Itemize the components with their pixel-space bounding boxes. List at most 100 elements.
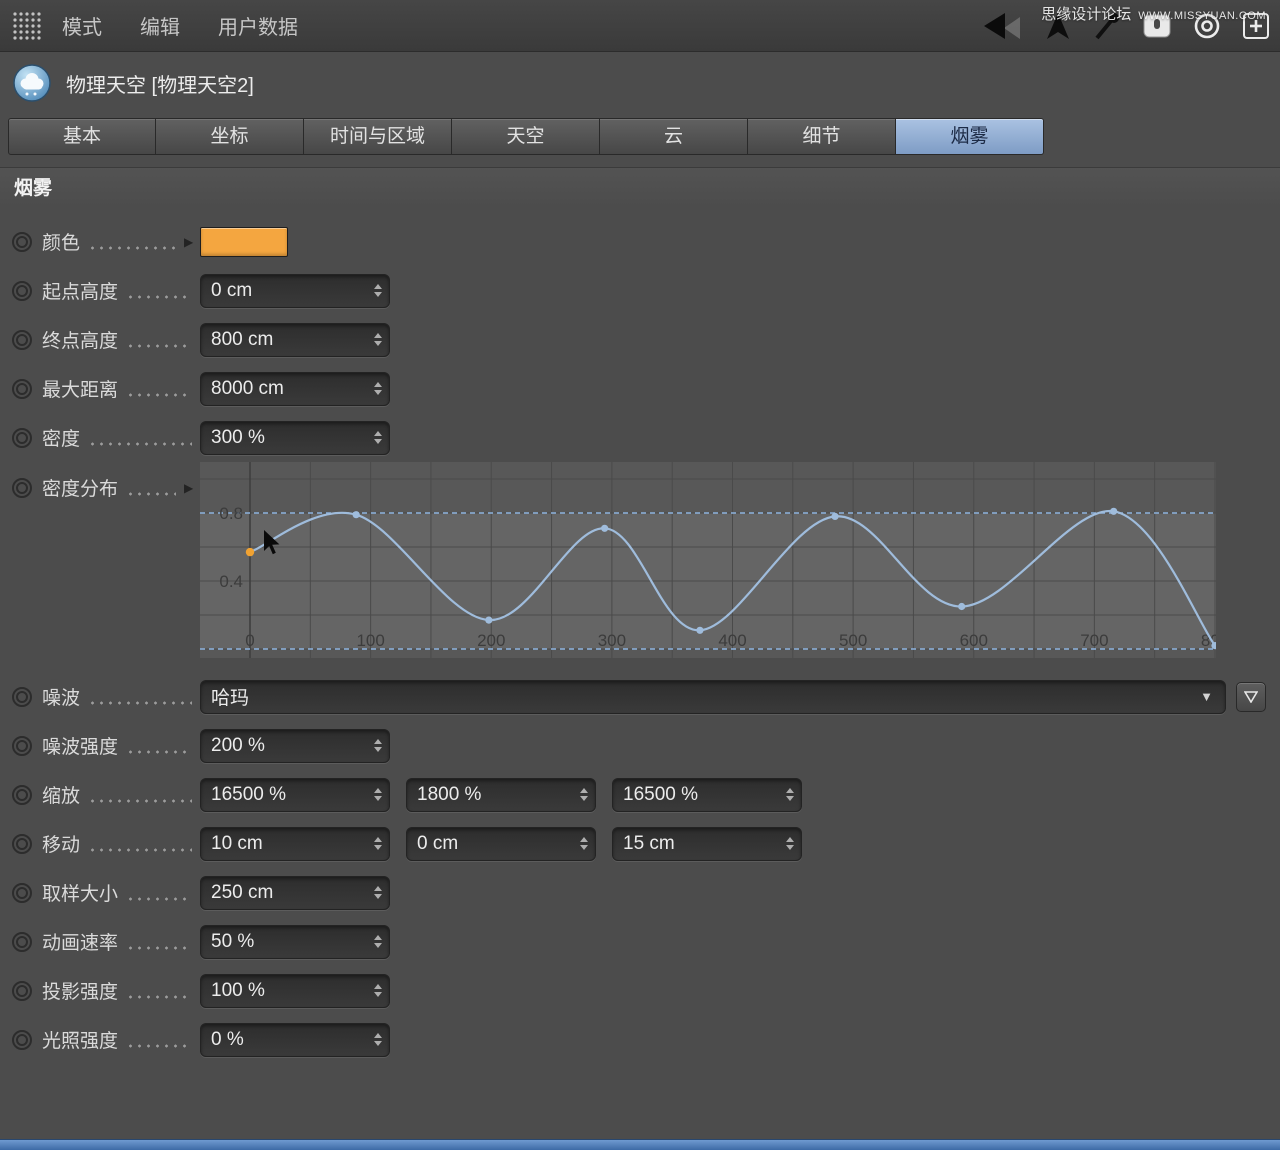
param-row-scale: 缩放 16500 % 1800 % 16500 % bbox=[0, 770, 1280, 819]
animation-speed-input[interactable]: 50 % bbox=[200, 924, 390, 959]
curve-point[interactable] bbox=[831, 512, 839, 520]
history-back-icon[interactable] bbox=[978, 11, 1024, 41]
menu-item-mode[interactable]: 模式 bbox=[62, 11, 102, 40]
noise-strength-input[interactable]: 200 % bbox=[200, 728, 390, 763]
param-label-start-height: 起点高度 bbox=[42, 282, 119, 303]
noise-dropdown[interactable]: 哈玛 ▼ bbox=[200, 679, 1226, 714]
dropdown-selected-value: 哈玛 bbox=[211, 688, 250, 709]
keyframe-circle-icon[interactable] bbox=[12, 378, 32, 399]
svg-text:600: 600 bbox=[960, 631, 988, 650]
param-row-illumination-strength: 光照强度 0 % bbox=[0, 1015, 1280, 1064]
spinner-arrows[interactable] bbox=[374, 886, 389, 899]
add-icon[interactable] bbox=[1242, 12, 1270, 40]
keyframe-circle-icon[interactable] bbox=[12, 1029, 32, 1050]
movement-x-input[interactable]: 10 cm bbox=[200, 826, 390, 861]
tab-basic[interactable]: 基本 bbox=[8, 118, 156, 155]
curve-point[interactable] bbox=[485, 616, 493, 624]
arrow-up-icon[interactable] bbox=[1044, 11, 1072, 41]
density-curve-editor[interactable]: 01002003004005006007008000.40.8 bbox=[200, 462, 1216, 658]
curve-point[interactable] bbox=[352, 511, 360, 519]
keyframe-circle-icon[interactable] bbox=[12, 980, 32, 1001]
param-row-shadow-strength: 投影强度 100 % bbox=[0, 966, 1280, 1015]
sample-size-input[interactable]: 250 cm bbox=[200, 875, 390, 910]
field-value: 16500 % bbox=[211, 783, 287, 805]
shader-options-button[interactable] bbox=[1236, 681, 1266, 712]
spinner-arrows[interactable] bbox=[374, 382, 389, 395]
svg-text:300: 300 bbox=[598, 631, 626, 650]
keyframe-circle-icon[interactable] bbox=[12, 477, 32, 498]
page-title: 物理天空 [物理天空2] bbox=[66, 74, 254, 97]
scale-z-input[interactable]: 16500 % bbox=[612, 777, 802, 812]
field-value: 15 cm bbox=[623, 832, 675, 854]
dotted-leader bbox=[88, 847, 192, 852]
lock-icon[interactable] bbox=[1142, 13, 1172, 39]
curve-point-selected[interactable] bbox=[245, 547, 255, 557]
svg-text:0: 0 bbox=[245, 631, 254, 650]
spinner-arrows[interactable] bbox=[374, 984, 389, 997]
keyframe-circle-icon[interactable] bbox=[12, 784, 32, 805]
movement-y-input[interactable]: 0 cm bbox=[406, 826, 596, 861]
param-label-scale: 缩放 bbox=[42, 786, 81, 807]
density-curve-chart[interactable]: 01002003004005006007008000.40.8 bbox=[200, 462, 1216, 658]
svg-text:400: 400 bbox=[718, 631, 746, 650]
param-row-start-height: 起点高度 0 cm bbox=[0, 266, 1280, 315]
movement-z-input[interactable]: 15 cm bbox=[612, 826, 802, 861]
tab-details[interactable]: 细节 bbox=[748, 118, 896, 155]
scale-y-input[interactable]: 1800 % bbox=[406, 777, 596, 812]
svg-text:200: 200 bbox=[477, 631, 505, 650]
spinner-arrows[interactable] bbox=[374, 837, 389, 850]
tab-fog[interactable]: 烟雾 bbox=[896, 118, 1044, 155]
curve-point[interactable] bbox=[601, 524, 609, 532]
spinner-arrows[interactable] bbox=[786, 788, 801, 801]
keyframe-circle-icon[interactable] bbox=[12, 686, 32, 707]
expander-icon[interactable]: ▶ bbox=[184, 235, 198, 249]
curve-point[interactable] bbox=[1110, 507, 1118, 515]
max-distance-input[interactable]: 8000 cm bbox=[200, 371, 390, 406]
keyframe-circle-icon[interactable] bbox=[12, 427, 32, 448]
keyframe-circle-icon[interactable] bbox=[12, 231, 32, 252]
attribute-manager-icon bbox=[13, 11, 41, 40]
spinner-arrows[interactable] bbox=[374, 788, 389, 801]
field-value: 50 % bbox=[211, 930, 255, 952]
param-row-sample-size: 取样大小 250 cm bbox=[0, 868, 1280, 917]
spinner-arrows[interactable] bbox=[374, 431, 389, 444]
object-title-bar: 物理天空 [物理天空2] bbox=[0, 52, 1280, 114]
field-value: 8000 cm bbox=[211, 377, 284, 399]
spinner-arrows[interactable] bbox=[786, 837, 801, 850]
curve-point[interactable] bbox=[696, 626, 704, 634]
start-height-input[interactable]: 0 cm bbox=[200, 273, 390, 308]
spinner-arrows[interactable] bbox=[580, 837, 595, 850]
spinner-arrows[interactable] bbox=[374, 1033, 389, 1046]
spinner-arrows[interactable] bbox=[374, 935, 389, 948]
keyframe-circle-icon[interactable] bbox=[12, 882, 32, 903]
keyframe-circle-icon[interactable] bbox=[12, 329, 32, 350]
keyframe-circle-icon[interactable] bbox=[12, 280, 32, 301]
keyframe-circle-icon[interactable] bbox=[12, 931, 32, 952]
density-input[interactable]: 300 % bbox=[200, 420, 390, 455]
end-height-input[interactable]: 800 cm bbox=[200, 322, 390, 357]
scale-x-input[interactable]: 16500 % bbox=[200, 777, 390, 812]
menu-item-edit[interactable]: 编辑 bbox=[140, 11, 180, 40]
tab-coordinates[interactable]: 坐标 bbox=[156, 118, 304, 155]
tab-time-region[interactable]: 时间与区域 bbox=[304, 118, 452, 155]
keyframe-circle-icon[interactable] bbox=[12, 735, 32, 756]
illumination-strength-input[interactable]: 0 % bbox=[200, 1022, 390, 1057]
shadow-strength-input[interactable]: 100 % bbox=[200, 973, 390, 1008]
color-swatch[interactable] bbox=[200, 226, 288, 257]
curve-point[interactable] bbox=[958, 602, 966, 611]
target-icon[interactable] bbox=[1192, 11, 1222, 41]
spinner-arrows[interactable] bbox=[374, 333, 389, 346]
tab-sky[interactable]: 天空 bbox=[452, 118, 600, 155]
tab-clouds[interactable]: 云 bbox=[600, 118, 748, 155]
keyframe-circle-icon[interactable] bbox=[12, 833, 32, 854]
param-label-density-distribution: 密度分布 bbox=[42, 479, 119, 500]
physical-sky-icon bbox=[13, 64, 51, 102]
pin-icon[interactable] bbox=[1092, 11, 1122, 41]
spinner-arrows[interactable] bbox=[580, 788, 595, 801]
menu-item-user-data[interactable]: 用户数据 bbox=[218, 11, 298, 40]
spinner-arrows[interactable] bbox=[374, 739, 389, 752]
section-header-fog[interactable]: 烟雾 bbox=[0, 167, 1280, 207]
expander-icon[interactable]: ▶ bbox=[184, 481, 198, 495]
spinner-arrows[interactable] bbox=[374, 284, 389, 297]
triangle-down-outline-icon bbox=[1244, 690, 1258, 703]
